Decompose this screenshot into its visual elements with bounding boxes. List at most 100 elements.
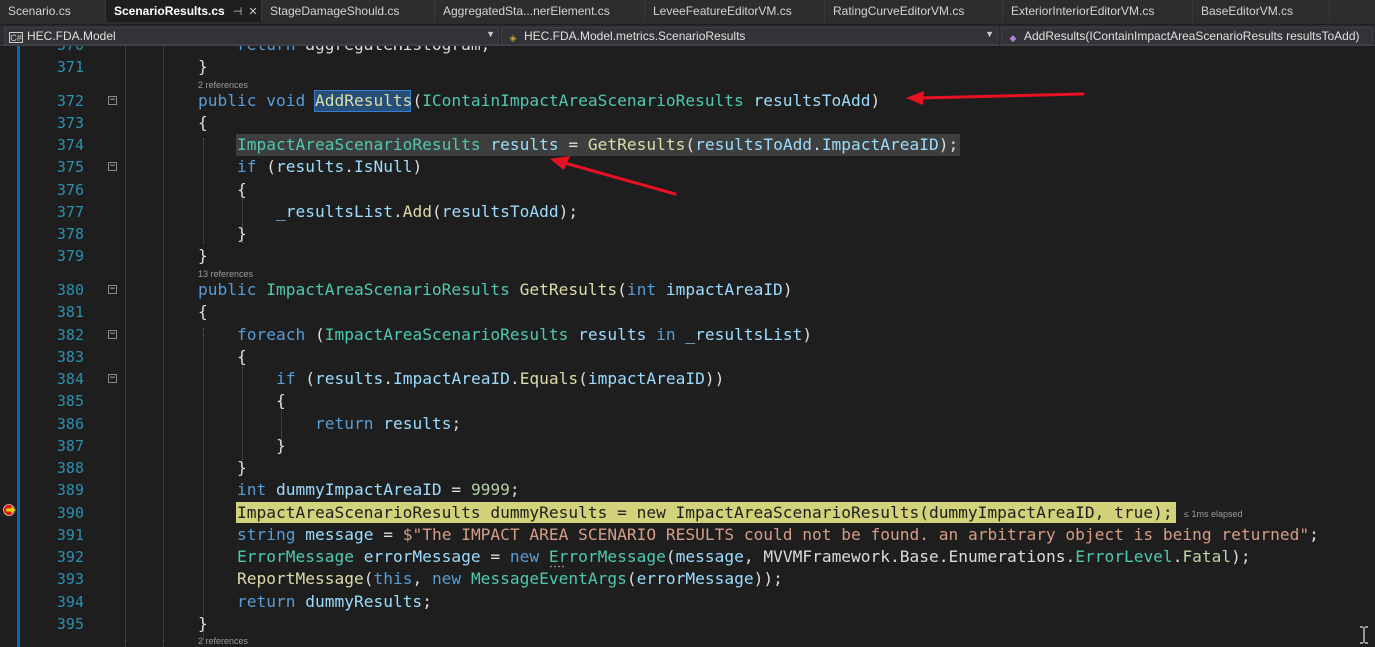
- code-token: (: [617, 280, 627, 299]
- code-line[interactable]: 377 _resultsList.Add(resultsToAdd);: [0, 201, 1375, 223]
- code-token: =: [373, 525, 403, 544]
- code-token: ));: [753, 569, 783, 588]
- code-token: dummyResults: [305, 592, 423, 611]
- chevron-down-icon: ▼: [486, 29, 495, 39]
- tab-scenario[interactable]: Scenario.cs: [0, 0, 106, 22]
- project-dropdown[interactable]: C# HEC.FDA.Model ▼: [4, 27, 499, 45]
- code-line[interactable]: 370 return aggregateHistogram;: [0, 46, 1375, 56]
- code-line[interactable]: 390 ImpactAreaScenarioResults dummyResul…: [0, 502, 1375, 524]
- code-token: .: [344, 157, 354, 176]
- collapse-icon[interactable]: −: [108, 330, 117, 339]
- code-token: {: [276, 391, 286, 410]
- tab-levee-feature-editor-vm[interactable]: LeveeFeatureEditorVM.cs: [645, 0, 825, 22]
- code-line[interactable]: 378 }: [0, 223, 1375, 245]
- document-tab-strip: Scenario.cs ScenarioResults.cs ⊣ ✕ StageDa…: [0, 0, 1375, 24]
- tab-label: StageDamageShould.cs: [270, 4, 400, 18]
- tab-scenario-results[interactable]: ScenarioResults.cs ⊣ ✕: [106, 0, 262, 22]
- code-token: void: [266, 91, 306, 110]
- code-token: (: [363, 569, 374, 588]
- code-token: {: [237, 347, 247, 366]
- line-number: 378: [56, 225, 84, 243]
- code-token: this: [373, 569, 413, 588]
- code-token: int: [626, 280, 657, 299]
- code-token: message: [305, 525, 374, 544]
- tab-aggregated-stage-damage[interactable]: AggregatedSta...nerElement.cs: [435, 0, 645, 22]
- perf-tip[interactable]: ≤ 1ms elapsed: [1184, 509, 1242, 519]
- code-line[interactable]: 393 ReportMessage(this, new MessageEvent…: [0, 568, 1375, 590]
- tab-rating-curve-editor-vm[interactable]: RatingCurveEditorVM.cs: [825, 0, 1003, 22]
- code-line[interactable]: 375 − if (results.IsNull): [0, 156, 1375, 178]
- code-token: ImpactAreaID: [821, 135, 939, 154]
- code-line[interactable]: 386 return results;: [0, 413, 1375, 435]
- code-token: results: [276, 157, 345, 176]
- code-token: string: [237, 525, 296, 544]
- codelens-references[interactable]: 13 references: [198, 269, 253, 279]
- code-token: int: [237, 480, 267, 499]
- code-editor[interactable]: 370 return aggregateHistogram; 371 } 2 r…: [0, 46, 1375, 647]
- code-line[interactable]: 373 {: [0, 112, 1375, 134]
- codelens-references[interactable]: 2 references: [198, 80, 248, 90]
- code-token: $"The IMPACT AREA SCENARIO RESULTS could…: [402, 525, 1310, 544]
- tab-exterior-interior-editor-vm[interactable]: ExteriorInteriorEditorVM.cs: [1003, 0, 1193, 22]
- tab-label: BaseEditorVM.cs: [1201, 4, 1294, 18]
- line-number: 395: [56, 615, 84, 633]
- code-line[interactable]: 382 − foreach (ImpactAreaScenarioResults…: [0, 324, 1375, 346]
- code-line[interactable]: 383 {: [0, 346, 1375, 368]
- code-line[interactable]: 371 }: [0, 56, 1375, 78]
- close-icon[interactable]: ✕: [248, 6, 257, 18]
- code-line[interactable]: 385 {: [0, 390, 1375, 412]
- code-token: ImpactAreaScenarioResults: [266, 280, 510, 299]
- code-token: ReportMessage: [237, 569, 364, 588]
- code-token: );: [938, 135, 959, 154]
- code-line[interactable]: 388 }: [0, 457, 1375, 479]
- collapse-icon[interactable]: −: [108, 96, 117, 105]
- line-number: 376: [56, 181, 84, 199]
- member-dropdown[interactable]: ◆ AddResults(IContainImpactAreaScenarioRe…: [1001, 27, 1373, 45]
- tab-base-editor-vm[interactable]: BaseEditorVM.cs: [1193, 0, 1330, 22]
- code-token: ;: [422, 592, 432, 611]
- code-token: (: [305, 325, 325, 344]
- code-token: ,: [743, 547, 764, 566]
- code-line[interactable]: 381 {: [0, 301, 1375, 323]
- type-name: HEC.FDA.Model.metrics.ScenarioResults: [524, 29, 746, 43]
- collapse-icon[interactable]: −: [108, 285, 117, 294]
- line-number: 373: [56, 114, 84, 132]
- tab-label: AggregatedSta...nerElement.cs: [443, 4, 610, 18]
- tab-label: LeveeFeatureEditorVM.cs: [653, 4, 792, 18]
- code-line[interactable]: 389 int dummyImpactAreaID = 9999;: [0, 479, 1375, 501]
- navigation-bar: C# HEC.FDA.Model ▼ ◈ HEC.FDA.Model.metrics…: [0, 24, 1375, 46]
- code-line[interactable]: 392 ErrorMessage errorMessage = new Erro…: [0, 546, 1375, 568]
- codelens-references[interactable]: 2 references: [198, 636, 248, 646]
- code-token: )): [704, 369, 725, 388]
- member-name: AddResults(IContainImpactAreaScenarioRes…: [1024, 29, 1360, 43]
- code-token: =: [480, 547, 510, 566]
- code-line[interactable]: 394 return dummyResults;: [0, 591, 1375, 613]
- code-line[interactable]: 379 }: [0, 245, 1375, 267]
- line-number: 384: [56, 370, 84, 388]
- text-cursor-icon: [1360, 626, 1368, 644]
- pin-icon[interactable]: ⊣: [233, 6, 243, 18]
- code-token: results: [315, 369, 384, 388]
- code-line[interactable]: 380 − public ImpactAreaScenarioResults G…: [0, 279, 1375, 301]
- code-line[interactable]: 374 ImpactAreaScenarioResults results = …: [0, 134, 1375, 156]
- code-token: );: [1231, 547, 1251, 566]
- code-token: _resultsList: [276, 202, 393, 221]
- code-line[interactable]: 384 − if (results.ImpactAreaID.Equals(im…: [0, 368, 1375, 390]
- code-token: AddResults: [314, 91, 413, 110]
- tab-stage-damage-should[interactable]: StageDamageShould.cs: [262, 0, 435, 22]
- line-number: 379: [56, 247, 84, 265]
- collapse-icon[interactable]: −: [108, 374, 117, 383]
- code-token: (: [578, 369, 588, 388]
- code-line[interactable]: 376 {: [0, 179, 1375, 201]
- code-line[interactable]: 391 string message = $"The IMPACT AREA S…: [0, 524, 1375, 546]
- collapse-icon[interactable]: −: [108, 162, 117, 171]
- type-dropdown[interactable]: ◈ HEC.FDA.Model.metrics.ScenarioResults ▼: [501, 27, 998, 45]
- code-line[interactable]: 387 }: [0, 435, 1375, 457]
- code-token: MessageEventArgs: [470, 569, 627, 588]
- code-token: }: [198, 614, 208, 633]
- line-number: 372: [56, 92, 84, 110]
- code-token: errorMessage: [363, 547, 481, 566]
- code-token: ErrorLevel: [1075, 547, 1173, 566]
- code-line[interactable]: 395 }: [0, 613, 1375, 635]
- code-line[interactable]: 372 − public void AddResults(IContainImp…: [0, 90, 1375, 112]
